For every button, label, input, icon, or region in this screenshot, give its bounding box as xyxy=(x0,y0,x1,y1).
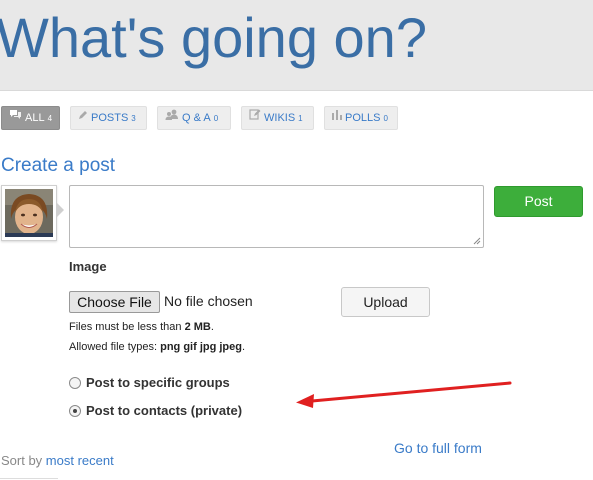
file-size-value: 2 MB xyxy=(184,321,211,333)
create-post-heading: Create a post xyxy=(1,155,116,176)
sort-most-recent-link[interactable]: most recent xyxy=(46,453,114,468)
image-label: Image xyxy=(69,259,107,274)
file-types-text: Allowed file types: xyxy=(69,341,161,353)
tab-polls[interactable]: POLLS 0 xyxy=(324,106,398,130)
file-size-note: Files must be less than 2 MB. xyxy=(69,321,214,333)
avatar xyxy=(1,185,57,241)
page-title: What's going on? xyxy=(0,6,427,69)
resize-grip-icon[interactable] xyxy=(473,237,481,245)
tab-all-count: 4 xyxy=(47,114,53,123)
tab-wikis-count: 1 xyxy=(298,114,303,123)
page-banner: What's going on? xyxy=(0,0,593,91)
upload-button[interactable]: Upload xyxy=(341,287,430,317)
sort-label: Sort by xyxy=(1,453,46,468)
tab-polls-count: 0 xyxy=(383,114,388,123)
bar-chart-icon xyxy=(332,106,342,128)
radio-contacts-button[interactable] xyxy=(69,405,81,417)
file-types-value: png gif jpg jpeg xyxy=(160,341,242,353)
tab-posts-count: 3 xyxy=(131,114,136,123)
tab-wikis[interactable]: WIKIS 1 xyxy=(241,106,314,130)
file-size-suffix: . xyxy=(210,321,214,333)
post-button[interactable]: Post xyxy=(494,186,583,217)
avatar-pointer xyxy=(57,203,64,217)
post-textarea[interactable] xyxy=(69,185,484,248)
tab-all[interactable]: ALL 4 xyxy=(1,106,60,130)
radio-groups-label[interactable]: Post to specific groups xyxy=(86,375,230,390)
tab-posts[interactable]: POSTS 3 xyxy=(70,106,147,130)
radio-contacts-label[interactable]: Post to contacts (private) xyxy=(86,403,242,418)
file-types-note: Allowed file types: png gif jpg jpeg. xyxy=(69,341,245,353)
file-size-text: Files must be less than xyxy=(69,321,185,333)
tab-polls-label: POLLS xyxy=(345,112,381,124)
tab-all-label: ALL xyxy=(25,112,45,124)
annotation-arrow-icon xyxy=(296,381,512,408)
sort-control: Sort by most recent xyxy=(1,453,114,468)
choose-file-button[interactable]: Choose File xyxy=(69,291,160,313)
tab-qa-count: 0 xyxy=(213,114,219,123)
user-photo xyxy=(5,189,53,237)
radio-groups-button[interactable] xyxy=(69,377,81,389)
full-form-link[interactable]: Go to full form xyxy=(394,440,482,456)
edit-icon xyxy=(249,106,261,128)
file-status: No file chosen xyxy=(164,293,253,309)
divider xyxy=(0,478,58,479)
file-types-suffix: . xyxy=(241,341,246,353)
tab-wikis-label: WIKIS xyxy=(264,112,296,124)
pencil-icon xyxy=(78,106,88,128)
tab-posts-label: POSTS xyxy=(91,112,129,124)
tab-qa-label: Q & A xyxy=(182,112,211,124)
users-icon xyxy=(165,106,179,128)
tab-qa[interactable]: Q & A0 xyxy=(157,106,231,130)
comments-icon xyxy=(9,106,22,128)
